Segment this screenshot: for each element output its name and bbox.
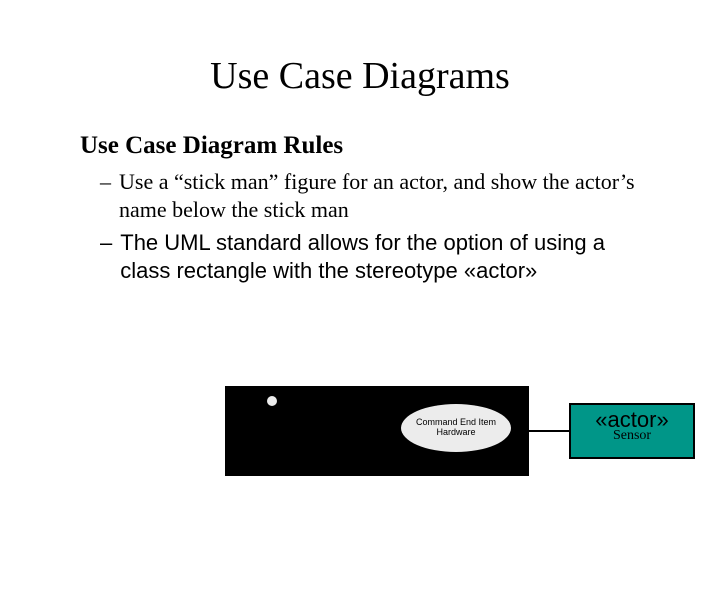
actor-head-icon (267, 396, 277, 406)
actor-rectangle: «actor» Sensor (569, 403, 695, 459)
connector-line (529, 430, 569, 432)
list-item: – Use a “stick man” figure for an actor,… (100, 168, 660, 223)
slide-title: Use Case Diagrams (0, 54, 720, 98)
usecase-oval: Command End Item Hardware (401, 404, 511, 452)
bullet-list: – Use a “stick man” figure for an actor,… (100, 168, 660, 284)
bullet-dash: – (100, 168, 111, 223)
diagram-row: Command End Item Hardware «actor» Sensor (225, 386, 695, 476)
list-item: – The UML standard allows for the option… (100, 229, 660, 284)
bullet-text: Use a “stick man” figure for an actor, a… (119, 168, 660, 223)
section-subtitle: Use Case Diagram Rules (80, 132, 720, 160)
bullet-text: The UML standard allows for the option o… (120, 229, 660, 284)
bullet-dash: – (100, 229, 112, 284)
actor-name-label: Sensor (571, 429, 693, 443)
oval-label: Command End Item Hardware (405, 418, 507, 438)
diagram-block: Command End Item Hardware (225, 386, 529, 476)
